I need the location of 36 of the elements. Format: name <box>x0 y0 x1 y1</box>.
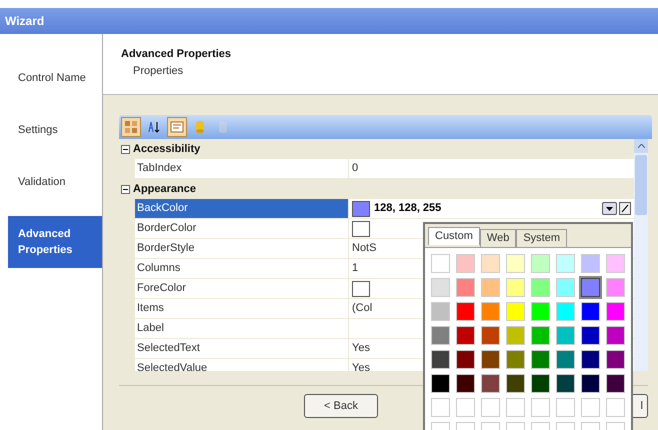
dropdown-icon[interactable] <box>602 202 617 215</box>
property-value: 1 <box>352 261 358 276</box>
property-name[interactable]: BorderStyle <box>135 239 349 258</box>
property-value: Yes <box>352 361 370 371</box>
color-tab[interactable]: System <box>516 229 568 247</box>
property-value: Yes <box>352 341 370 356</box>
property-name[interactable]: Items <box>135 299 349 318</box>
sidebar-item[interactable]: Settings <box>8 104 102 156</box>
scrollbar[interactable] <box>634 139 648 371</box>
page-title: Advanced Properties <box>121 47 232 62</box>
collapse-icon[interactable] <box>121 184 130 194</box>
property-name[interactable]: SelectedValue <box>135 359 349 371</box>
back-button[interactable]: < Back <box>304 394 378 418</box>
property-value: 0 <box>352 161 358 176</box>
property-name[interactable]: BackColor <box>135 199 349 218</box>
sidebar-item[interactable]: Control Name <box>8 52 102 104</box>
property-value: NotS <box>352 241 376 256</box>
page-subtitle: Properties <box>132 64 184 78</box>
property-value: (Col <box>352 301 372 316</box>
window-title: Wizard <box>5 13 44 30</box>
property-name[interactable]: TabIndex <box>135 159 349 178</box>
category-label: Accessibility <box>133 142 200 157</box>
collapse-icon[interactable] <box>121 144 130 154</box>
color-tab[interactable]: Web <box>480 229 516 247</box>
sidebar-item[interactable]: Advanced Properties <box>8 216 102 268</box>
property-value: 128, 128, 255 <box>374 201 442 216</box>
sidebar-item[interactable]: Validation <box>8 156 102 208</box>
category-label: Appearance <box>133 182 196 197</box>
edit-icon[interactable] <box>619 202 631 215</box>
scroll-up-icon[interactable] <box>638 144 644 148</box>
scroll-thumb[interactable] <box>635 155 647 215</box>
property-pages-icon[interactable] <box>167 117 187 137</box>
property-name[interactable]: SelectedText <box>135 339 349 358</box>
color-tab[interactable]: Custom <box>428 227 480 245</box>
color-swatch[interactable] <box>581 278 600 297</box>
property-name[interactable]: Columns <box>135 259 349 278</box>
